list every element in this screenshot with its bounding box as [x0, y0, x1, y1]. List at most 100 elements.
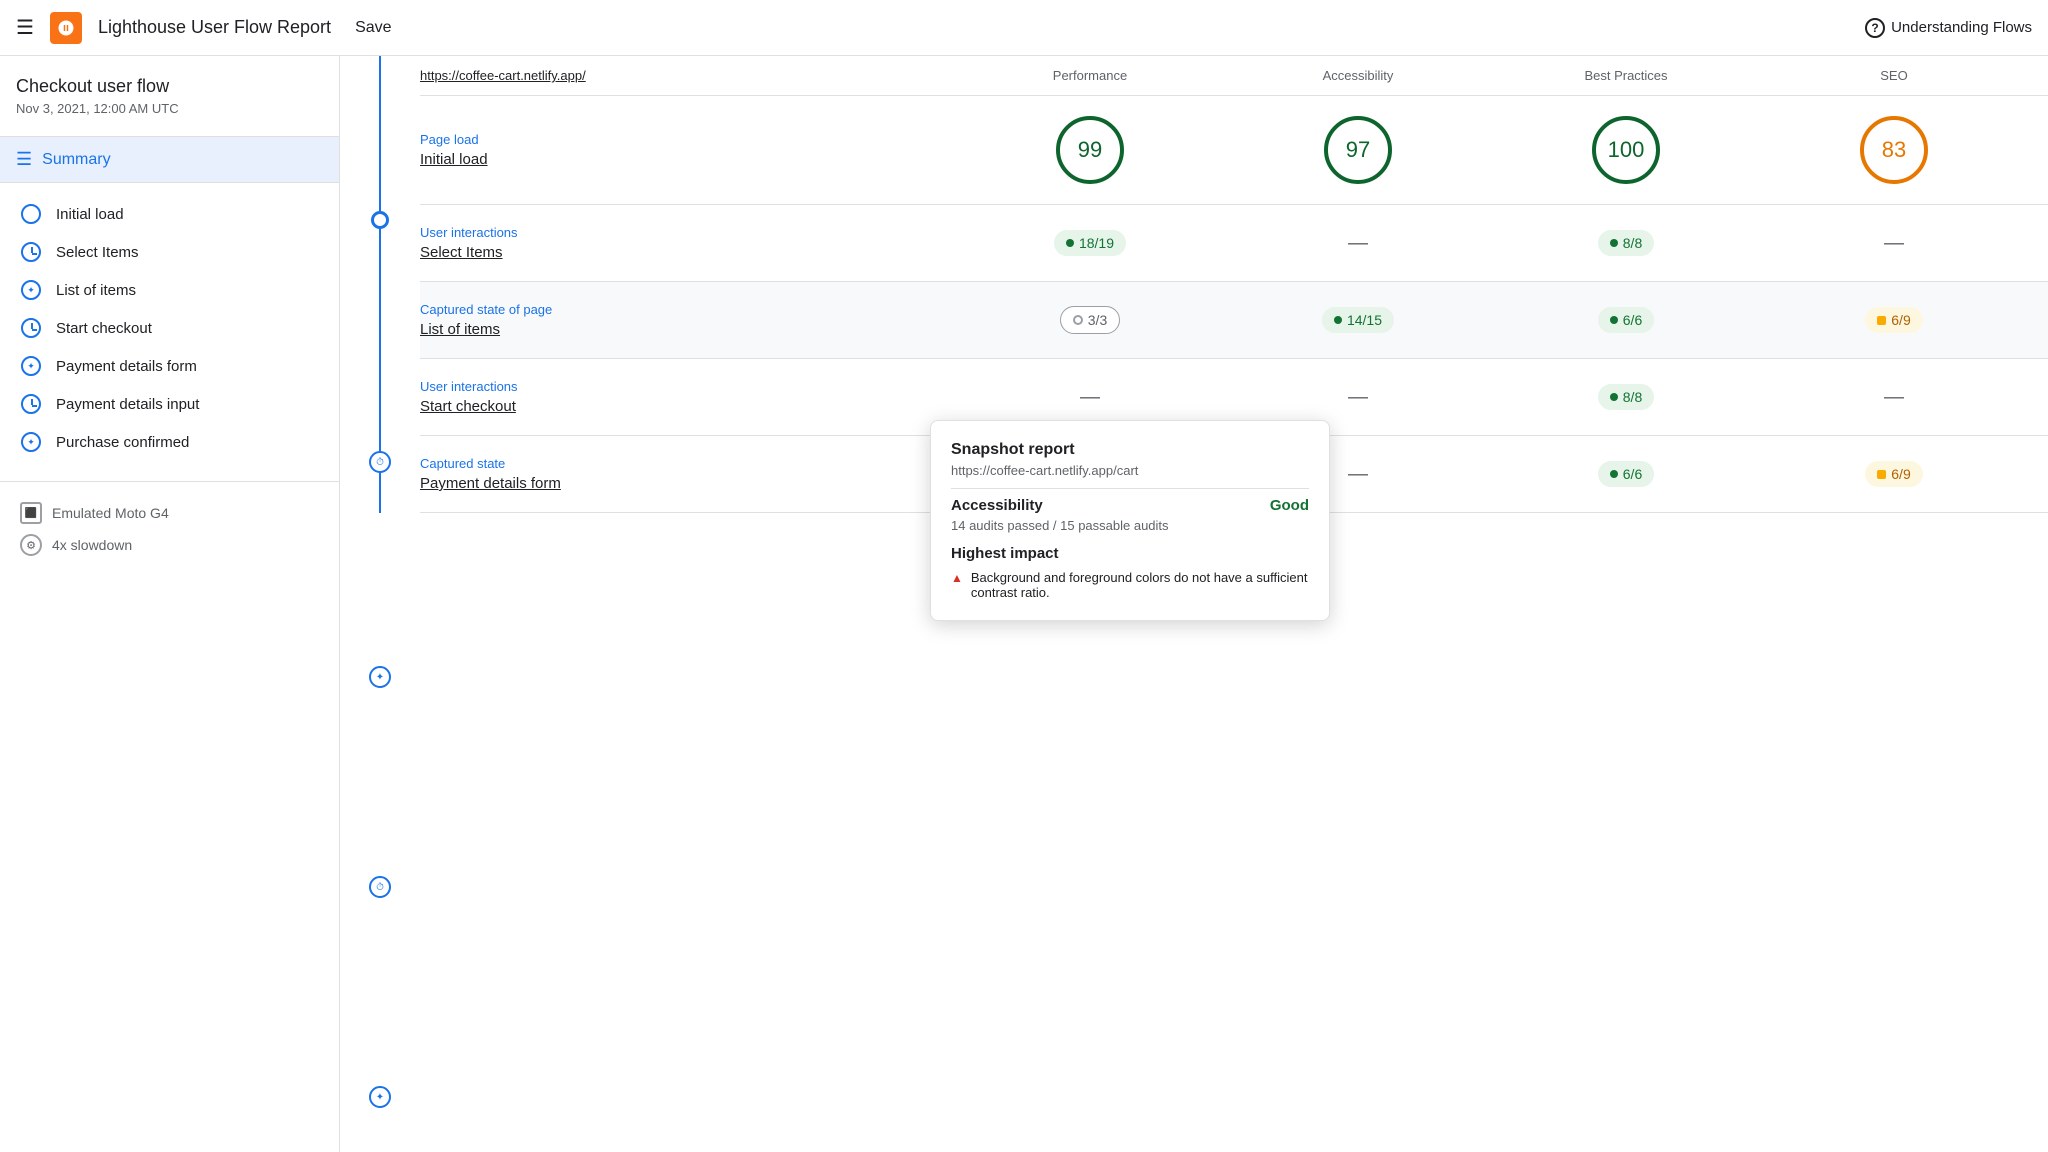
tooltip-desc: 14 audits passed / 15 passable audits [951, 518, 1309, 533]
step-label-payment-input: Payment details input [56, 396, 199, 413]
score-a11y-1: 97 [1224, 116, 1492, 184]
list-icon: ☰ [16, 149, 32, 170]
column-headers: https://coffee-cart.netlify.app/ Perform… [420, 56, 2048, 96]
row-name-3[interactable]: List of items [420, 321, 956, 338]
score-perf-2: 18/19 [956, 230, 1224, 256]
summary-label: Summary [42, 151, 110, 169]
slowdown-label: 4x slowdown [52, 537, 132, 553]
sidebar-step-list-of-items[interactable]: List of items [0, 271, 339, 309]
menu-icon[interactable]: ☰ [16, 15, 34, 40]
row-name-2[interactable]: Select Items [420, 244, 956, 261]
tooltip-section-header: Accessibility Good [951, 497, 1309, 514]
row-name-1[interactable]: Initial load [420, 151, 956, 168]
understanding-flows-link[interactable]: ? Understanding Flows [1865, 18, 2032, 38]
app-logo [50, 12, 82, 44]
flow-title: Checkout user flow [16, 76, 323, 97]
seo-pill-5: 6/9 [1865, 461, 1922, 487]
clock-icon-3 [20, 393, 42, 415]
snap-icon-1 [20, 279, 42, 301]
score-perf-4: — [956, 386, 1224, 409]
sidebar-meta: ⬛ Emulated Moto G4 ⚙ 4x slowdown [0, 490, 339, 568]
row-select-items-info: User interactions Select Items [420, 225, 956, 261]
tooltip-section-label: Accessibility [951, 497, 1043, 514]
gray-ring [1073, 315, 1083, 325]
col-bp-header: Best Practices [1492, 68, 1760, 83]
step-label-select-items: Select Items [56, 244, 139, 261]
perf-pill-3: 3/3 [1060, 306, 1120, 334]
score-seo-2: — [1760, 232, 2028, 255]
row-list-of-items: Captured state of page List of items 3/3… [420, 282, 2048, 359]
flow-date: Nov 3, 2021, 12:00 AM UTC [16, 101, 323, 116]
green-dot-4 [1610, 316, 1618, 324]
sidebar-step-select-items[interactable]: Select Items [0, 233, 339, 271]
main-layout: Checkout user flow Nov 3, 2021, 12:00 AM… [0, 56, 2048, 1152]
gear-icon: ⚙ [20, 534, 42, 556]
dash-seo-2: — [1884, 232, 1904, 255]
row-initial-load-info: Page load Initial load [420, 132, 956, 168]
timeline-node-1 [371, 211, 389, 229]
warning-triangle-icon: ▲ [951, 571, 963, 585]
load-icon [20, 203, 42, 225]
row-type-1: Page load [420, 132, 956, 147]
green-dot [1066, 239, 1074, 247]
timeline-node-3: ✦ [369, 666, 391, 688]
clock-icon-1 [20, 241, 42, 263]
timeline-column: ⏱ ✦ ⏱ ✦ [340, 56, 420, 513]
step-label-start-checkout: Start checkout [56, 320, 152, 337]
score-bp-3: 6/6 [1492, 307, 1760, 333]
sidebar-step-start-checkout[interactable]: Start checkout [0, 309, 339, 347]
score-a11y-2: — [1224, 232, 1492, 255]
a11y-pill-3: 14/15 [1322, 307, 1394, 333]
col-perf-header: Performance [956, 68, 1224, 83]
sidebar-step-payment-input[interactable]: Payment details input [0, 385, 339, 423]
step-label-purchase: Purchase confirmed [56, 434, 189, 451]
score-seo-4: — [1760, 386, 2028, 409]
row-type-3: Captured state of page [420, 302, 956, 317]
tooltip-url: https://coffee-cart.netlify.app/cart [951, 463, 1309, 478]
step-label-list-of-items: List of items [56, 282, 136, 299]
a11y-circle-1: 97 [1324, 116, 1392, 184]
timeline-node-4: ⏱ [369, 876, 391, 898]
score-a11y-4: — [1224, 386, 1492, 409]
score-bp-1: 100 [1492, 116, 1760, 184]
row-start-checkout-info: User interactions Start checkout [420, 379, 956, 415]
col-url-header[interactable]: https://coffee-cart.netlify.app/ [420, 68, 956, 83]
tooltip-impact-text: Background and foreground colors do not … [971, 570, 1309, 600]
sidebar-step-purchase[interactable]: Purchase confirmed [0, 423, 339, 461]
score-seo-5: 6/9 [1760, 461, 2028, 487]
sidebar-steps: Initial load Select Items List of items … [0, 183, 339, 473]
main-content: ⏱ ✦ ⏱ ✦ https://coffee-cart.n [340, 56, 2048, 1152]
device-icon: ⬛ [20, 502, 42, 524]
green-dot-2 [1610, 239, 1618, 247]
perf-pill-2: 18/19 [1054, 230, 1126, 256]
bp-pill-3: 6/6 [1598, 307, 1654, 333]
green-dot-3 [1334, 316, 1342, 324]
bp-pill-5: 6/6 [1598, 461, 1654, 487]
row-name-4[interactable]: Start checkout [420, 398, 956, 415]
row-type-4: User interactions [420, 379, 956, 394]
row-select-items: User interactions Select Items 18/19 — [420, 205, 2048, 282]
sidebar-step-initial-load[interactable]: Initial load [0, 195, 339, 233]
score-bp-4: 8/8 [1492, 384, 1760, 410]
sidebar-step-payment-form[interactable]: Payment details form [0, 347, 339, 385]
device-meta: ⬛ Emulated Moto G4 [20, 502, 319, 524]
timeline-node-5: ✦ [369, 1086, 391, 1108]
score-perf-3: 3/3 [956, 306, 1224, 334]
bp-pill-2: 8/8 [1598, 230, 1654, 256]
summary-nav-item[interactable]: ☰ Summary [0, 137, 339, 182]
snap-icon-2 [20, 355, 42, 377]
tooltip-impact-title: Highest impact [951, 545, 1309, 562]
tooltip-title: Snapshot report [951, 441, 1309, 459]
timeline-node-2: ⏱ [369, 451, 391, 473]
save-button[interactable]: Save [355, 19, 391, 37]
tooltip-section-status: Good [1270, 497, 1309, 514]
app-title: Lighthouse User Flow Report [98, 17, 331, 38]
row-list-of-items-info: Captured state of page List of items [420, 302, 956, 338]
score-perf-1: 99 [956, 116, 1224, 184]
sidebar: Checkout user flow Nov 3, 2021, 12:00 AM… [0, 56, 340, 1152]
tooltip-panel: Snapshot report https://coffee-cart.netl… [930, 420, 1330, 621]
score-seo-1: 83 [1760, 116, 2028, 184]
orange-sq [1877, 316, 1886, 325]
step-label-payment-form: Payment details form [56, 358, 197, 375]
row-name-5[interactable]: Payment details form [420, 475, 956, 492]
